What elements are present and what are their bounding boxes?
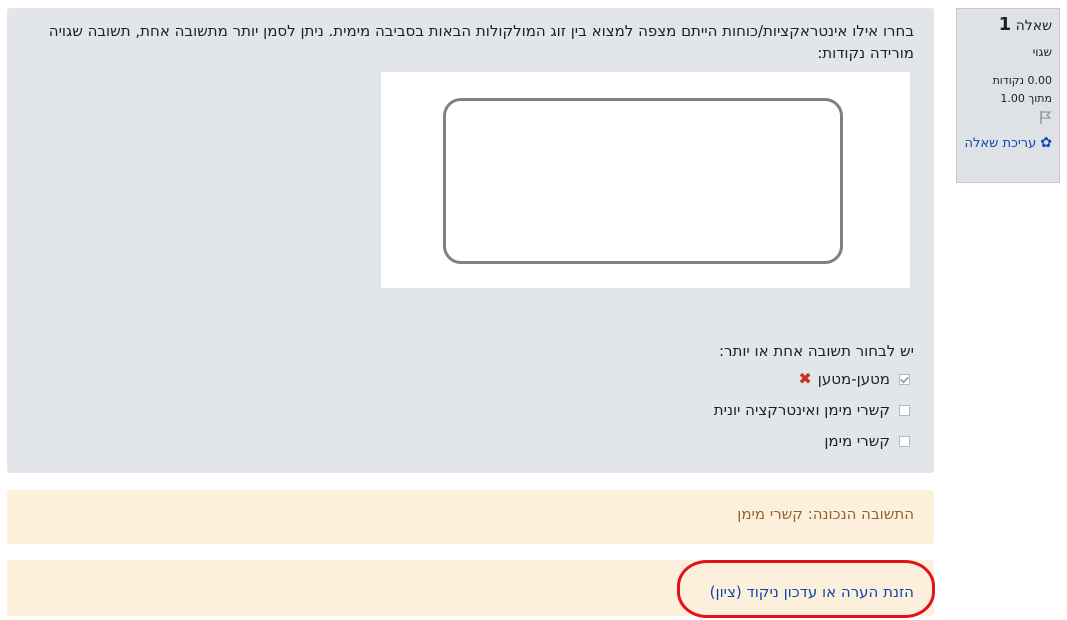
answer-option-label[interactable]: קשרי מימן	[824, 431, 890, 451]
question-content: בחרו אילו אינטראקציות/כוחות הייתם מצפה ל…	[7, 8, 934, 473]
checkbox-checked[interactable]	[899, 373, 910, 385]
question-number: שאלה 1	[963, 15, 1052, 36]
incorrect-icon: ✖	[798, 369, 812, 388]
answer-option[interactable]: קשרי מימן	[824, 431, 910, 451]
question-number-value: 1	[998, 14, 1012, 35]
question-grade: 0.00 נקודות מתוך 1.00	[963, 72, 1052, 108]
question-image	[381, 72, 910, 288]
question-label: שאלה	[1015, 18, 1052, 34]
right-answer-box: התשובה הנכונה: קשרי מימן	[7, 490, 934, 544]
flag-icon[interactable]	[1039, 110, 1052, 129]
answer-option-label[interactable]: מטען-מטען	[818, 369, 890, 389]
flag-question-button[interactable]	[963, 110, 1052, 130]
checkbox[interactable]	[899, 404, 910, 416]
grade-mark: 0.00 נקודות	[992, 74, 1052, 87]
grade-max: מתוך 1.00	[1000, 92, 1052, 105]
answer-option[interactable]: מטען-מטען ✖	[798, 369, 910, 389]
answer-option[interactable]: קשרי מימן ואינטרקציה יונית	[714, 400, 910, 420]
checkbox[interactable]	[899, 435, 910, 447]
right-answer-text: התשובה הנכונה: קשרי מימן	[737, 505, 914, 523]
gear-icon[interactable]: ✿	[1040, 135, 1052, 151]
question-text: בחרו אילו אינטראקציות/כוחות הייתם מצפה ל…	[48, 22, 914, 62]
image-placeholder-frame	[443, 98, 843, 264]
question-state: שגוי	[1032, 45, 1052, 59]
edit-question-label[interactable]: עריכת שאלה	[965, 136, 1037, 151]
answer-prompt: יש לבחור תשובה אחת או יותר:	[718, 342, 914, 360]
annotation-highlight	[677, 560, 935, 618]
answer-option-label[interactable]: קשרי מימן ואינטרקציה יונית	[714, 400, 890, 420]
edit-question-link[interactable]: ✿עריכת שאלה	[963, 134, 1052, 153]
question-info-panel: שאלה 1 שגוי 0.00 נקודות מתוך 1.00 ✿עריכת…	[956, 8, 1060, 183]
